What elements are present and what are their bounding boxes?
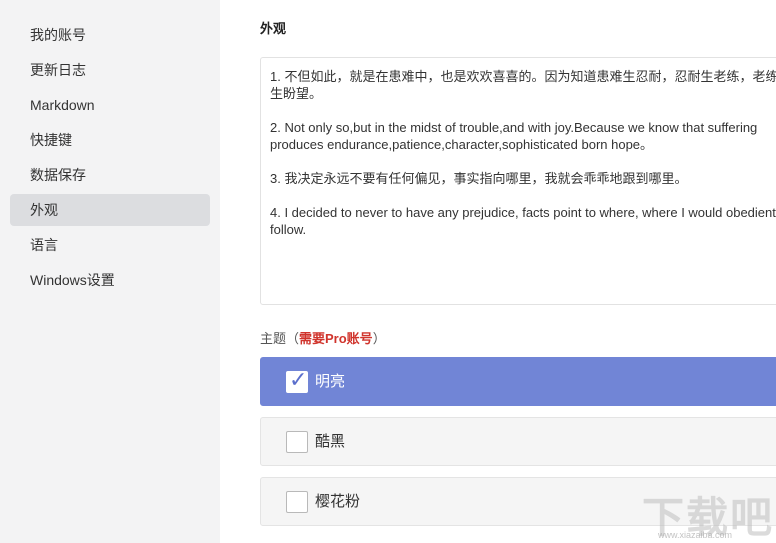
preview-paragraph: 2. Not only so,but in the midst of troub…: [270, 120, 758, 152]
sidebar-item-changelog[interactable]: 更新日志: [10, 54, 210, 86]
preview-paragraph: 1. 不但如此，就是在患难中，也是欢欢喜喜的。因为知道患难生忍耐，忍耐生老练，老…: [270, 69, 776, 101]
theme-label: 主题（需要Pro账号）: [260, 328, 386, 347]
sidebar-item-shortcuts[interactable]: 快捷键: [10, 124, 210, 156]
theme-checkbox[interactable]: [286, 491, 308, 513]
preview-paragraph: 3. 我决定永远不要有任何偏见，事实指向哪里，我就会乖乖地跟到哪里。: [270, 171, 688, 186]
settings-sidebar: 我的账号 更新日志 Markdown 快捷键 数据保存 外观 语言 Window…: [0, 0, 220, 543]
sidebar-item-markdown[interactable]: Markdown: [10, 89, 210, 121]
sidebar-item-data-storage[interactable]: 数据保存: [10, 159, 210, 191]
settings-main-panel: 外观 1. 不但如此，就是在患难中，也是欢欢喜喜的。因为知道患难生忍耐，忍耐生老…: [220, 0, 776, 543]
sidebar-item-account[interactable]: 我的账号: [10, 19, 210, 51]
sidebar-item-appearance[interactable]: 外观: [10, 194, 210, 226]
sidebar-item-language[interactable]: 语言: [10, 229, 210, 261]
check-icon: ✓: [289, 367, 308, 392]
theme-option-label: 樱花粉: [315, 493, 361, 510]
theme-checkbox[interactable]: [286, 431, 308, 453]
theme-label-close: ）: [372, 331, 386, 346]
theme-label-text: 主题（: [260, 331, 300, 346]
theme-checkbox[interactable]: ✓: [286, 367, 308, 393]
theme-option-dark[interactable]: 酷黑: [260, 417, 776, 466]
settings-window: 我的账号 更新日志 Markdown 快捷键 数据保存 外观 语言 Window…: [0, 0, 776, 543]
theme-option-label: 酷黑: [315, 433, 346, 450]
pro-required-note: 需要Pro账号: [299, 331, 373, 346]
theme-option-sakura-pink[interactable]: 樱花粉: [260, 477, 776, 526]
theme-option-light[interactable]: ✓ 明亮: [260, 357, 776, 406]
preview-paragraph: 4. I decided to never to have any prejud…: [270, 205, 776, 237]
section-title: 外观: [260, 21, 287, 36]
theme-option-label: 明亮: [315, 373, 346, 390]
appearance-preview[interactable]: 1. 不但如此，就是在患难中，也是欢欢喜喜的。因为知道患难生忍耐，忍耐生老练，老…: [260, 57, 776, 305]
sidebar-item-windows-settings[interactable]: Windows设置: [10, 264, 210, 296]
